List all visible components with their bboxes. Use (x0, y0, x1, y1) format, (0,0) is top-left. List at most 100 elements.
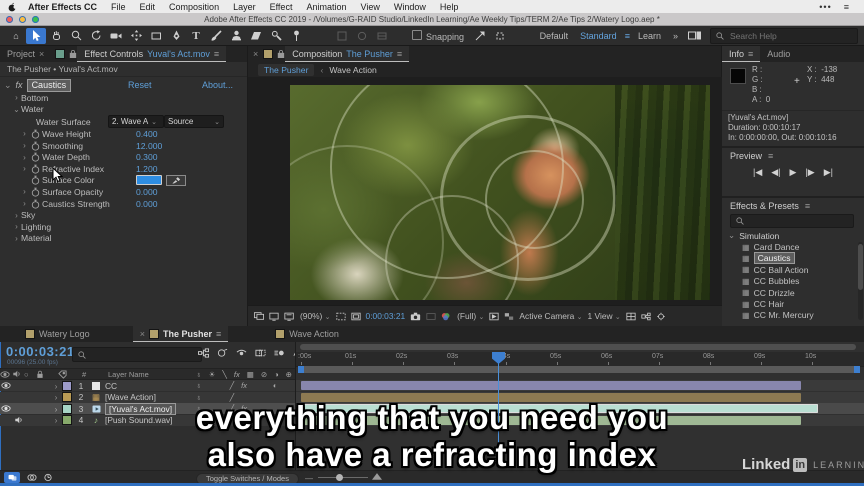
effect-item-cc-bubbles[interactable]: ▦ CC Bubbles (722, 276, 864, 287)
stopwatch-icon[interactable] (31, 152, 40, 162)
breadcrumb-the-pusher[interactable]: The Pusher (258, 63, 315, 76)
workspace-switcher-icon[interactable] (684, 28, 704, 44)
puppet-pin-tool-icon[interactable] (286, 28, 306, 44)
tab-watery-logo[interactable]: Watery Logo (18, 326, 97, 342)
menu-effect[interactable]: Effect (263, 2, 300, 12)
close-tab-icon[interactable]: × (39, 49, 44, 59)
snap-option-icon[interactable] (470, 28, 490, 44)
workspace-standard[interactable]: Standard (574, 31, 623, 41)
mini-flowchart-icon[interactable] (641, 312, 651, 321)
next-frame-button[interactable]: |▶ (805, 167, 814, 178)
in-out-duration-icon[interactable] (40, 473, 56, 482)
timeline-search[interactable] (72, 347, 202, 362)
effect-item-cc-mr-mercury[interactable]: ▦ CC Mr. Mercury (722, 310, 864, 321)
layer-row-1[interactable]: › 1 CC ♁ ╱ fx ◐ (0, 380, 295, 391)
zoom-out-icon[interactable]: — (305, 474, 313, 483)
layer-bar-cc[interactable] (301, 381, 801, 390)
panel-menu-icon[interactable]: ≡ (805, 201, 810, 211)
tab-project[interactable]: Project × (0, 46, 51, 62)
property-water-depth[interactable]: › Water Depth 0.300 (0, 151, 246, 163)
menu-file[interactable]: File (104, 2, 133, 12)
time-ruler[interactable]: :00s 01s 02s 03s 04s 05s 06s 07s 08s 09s… (296, 352, 864, 367)
layer-label-swatch[interactable] (62, 380, 72, 391)
zoom-slider-handle[interactable] (336, 473, 343, 481)
zoom-in-icon[interactable] (372, 472, 382, 480)
property-group-sky[interactable]: › Sky (0, 209, 246, 221)
expand-layer-icon[interactable]: › (50, 381, 62, 391)
property-group-material[interactable]: › Material (0, 233, 246, 245)
property-group-bottom[interactable]: › Bottom (0, 92, 246, 104)
eyedropper-icon[interactable] (166, 174, 186, 186)
motion-blur-icon[interactable] (274, 348, 285, 358)
refractive-index-value[interactable]: 1.200 (136, 164, 158, 174)
twirl-down-icon[interactable]: ⌄ (4, 80, 12, 91)
minimize-window-button[interactable] (19, 16, 26, 23)
type-tool-icon[interactable]: T (186, 28, 206, 44)
zoom-tool-icon[interactable] (66, 28, 86, 44)
composition-timecode[interactable]: 0:00:03:21 (366, 311, 406, 321)
close-tab-icon[interactable]: × (140, 329, 145, 339)
fast-previews-icon[interactable] (489, 312, 500, 321)
reset-button[interactable]: Reset (128, 80, 152, 90)
stopwatch-icon[interactable] (31, 175, 40, 185)
panel-menu-icon[interactable]: ≡ (214, 49, 219, 59)
stopwatch-icon[interactable] (31, 187, 40, 197)
workspace-default[interactable]: Default (534, 31, 575, 41)
exposure-icon[interactable] (656, 312, 666, 321)
tab-the-pusher[interactable]: × The Pusher ≡ (132, 326, 229, 342)
panel-menu-icon[interactable]: ≡ (397, 49, 402, 59)
help-search[interactable] (710, 27, 858, 44)
breadcrumb-wave-action[interactable]: Wave Action (329, 65, 376, 75)
rotate-tool-icon[interactable] (86, 28, 106, 44)
work-area-end-handle[interactable] (854, 366, 860, 373)
work-area-start-handle[interactable] (298, 366, 304, 373)
effect-item-caustics[interactable]: ▦ Caustics (722, 252, 864, 265)
menubar-list-icon[interactable]: ≡ (838, 2, 856, 12)
surface-opacity-value[interactable]: 0.000 (136, 187, 158, 197)
close-tab-icon[interactable]: × (248, 49, 263, 59)
transfer-controls-icon[interactable] (24, 473, 40, 482)
zoom-window-button[interactable] (32, 16, 39, 23)
help-search-input[interactable] (728, 29, 852, 42)
lock-icon[interactable] (69, 49, 77, 59)
tab-effect-controls[interactable]: Effect Controls Yuval's Act.mov ≡ (77, 46, 227, 62)
mirror-viewer-icon[interactable] (284, 312, 295, 321)
roto-brush-tool-icon[interactable] (266, 28, 286, 44)
apple-icon[interactable] (8, 2, 17, 12)
draft-3d-icon[interactable] (217, 348, 228, 358)
expand-layer-switches-icon[interactable] (4, 471, 20, 483)
view-layout-dropdown[interactable]: 1 View ⌄ (588, 311, 621, 321)
menu-layer[interactable]: Layer (226, 2, 263, 12)
stopwatch-icon[interactable] (31, 129, 40, 139)
camera-dropdown[interactable]: Active Camera ⌄ (519, 311, 582, 321)
property-surface-opacity[interactable]: › Surface Opacity 0.000 (0, 186, 246, 198)
selection-tool-icon[interactable] (26, 27, 46, 44)
effects-search[interactable] (730, 214, 854, 228)
property-group-lighting[interactable]: › Lighting (0, 221, 246, 233)
layer-name-column-header[interactable]: Layer Name (108, 370, 149, 379)
clone-stamp-tool-icon[interactable] (226, 28, 246, 44)
snap-option2-icon[interactable] (490, 28, 510, 44)
last-frame-button[interactable]: ▶| (824, 167, 833, 178)
transparency-grid-icon[interactable] (504, 312, 514, 321)
water-surface-dropdown[interactable]: 2. Wave A ⌄ (108, 115, 164, 129)
eye-icon[interactable] (0, 382, 12, 389)
effect-item-card-dance[interactable]: ▦ Card Dance (722, 241, 864, 252)
magnification-dropdown[interactable]: (90%) ⌄ (300, 311, 331, 321)
effect-item-cc-hair[interactable]: ▦ CC Hair (722, 298, 864, 309)
property-group-water[interactable]: ⌄ Water (0, 104, 246, 116)
brush-tool-icon[interactable] (206, 28, 226, 44)
menu-help[interactable]: Help (433, 2, 466, 12)
timeline-zoom-slider[interactable] (318, 473, 368, 481)
wave-height-value[interactable]: 0.400 (136, 129, 158, 139)
close-window-button[interactable] (6, 16, 13, 23)
composition-viewer[interactable] (248, 77, 722, 305)
menu-window[interactable]: Window (387, 2, 433, 12)
layer-switches[interactable]: ♁ ╱ fx ◐ (196, 381, 278, 390)
effects-scrollbar[interactable] (858, 242, 863, 320)
lock-icon[interactable] (277, 49, 285, 59)
snapping-checkbox[interactable]: Snapping (406, 29, 470, 42)
frame-blending-icon[interactable] (255, 348, 266, 358)
always-preview-icon[interactable] (254, 312, 264, 320)
menu-view[interactable]: View (353, 2, 386, 12)
